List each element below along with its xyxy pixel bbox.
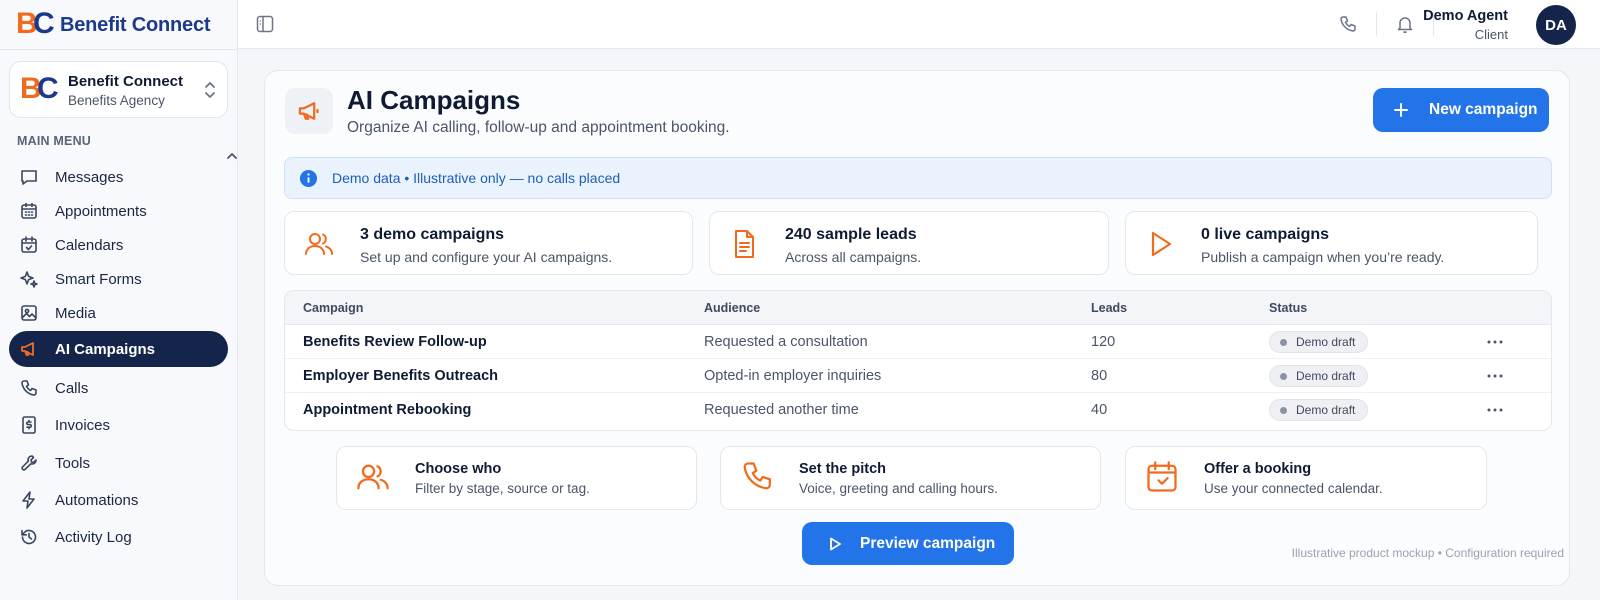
chevron-up-icon[interactable]: [226, 151, 238, 161]
status-badge: Demo draft: [1269, 331, 1369, 353]
calendar-grid-icon: [21, 203, 37, 219]
stat-card-live: 0 live campaigns Publish a campaign when…: [1125, 211, 1538, 275]
phone-icon: [21, 380, 37, 396]
campaigns-table: Campaign Audience Leads Status Benefits …: [284, 290, 1552, 431]
sidebar-toggle-icon[interactable]: [256, 15, 274, 33]
status-badge: Demo draft: [1269, 399, 1369, 421]
more-options-icon[interactable]: [1485, 401, 1505, 419]
campaigns-panel: AI Campaigns Organize AI calling, follow…: [264, 70, 1570, 586]
column-campaign[interactable]: Campaign: [303, 301, 363, 315]
account-logo-icon: BC: [20, 72, 59, 105]
more-options-icon[interactable]: [1485, 333, 1505, 351]
demo-data-banner: Demo data • Illustrative only — no calls…: [284, 157, 1552, 199]
bell-icon[interactable]: [1395, 14, 1415, 34]
sidebar-item-calls[interactable]: Calls: [9, 370, 228, 406]
brand-name: Benefit Connect: [60, 13, 211, 36]
sidebar-item-media[interactable]: Media: [9, 295, 228, 331]
main-menu-heading: MAIN MENU: [17, 134, 92, 148]
sidebar-item-appointments[interactable]: Appointments: [9, 193, 228, 229]
column-leads[interactable]: Leads: [1091, 301, 1127, 315]
table-row[interactable]: Appointment Rebooking Requested another …: [285, 393, 1551, 427]
sidebar-item-smart-forms[interactable]: Smart Forms: [9, 261, 228, 297]
table-header: Campaign Audience Leads Status: [285, 291, 1551, 325]
table-row[interactable]: Benefits Review Follow-up Requested a co…: [285, 325, 1551, 359]
sparkle-icon: [20, 271, 38, 288]
megaphone-icon: [21, 342, 34, 356]
info-icon: [299, 169, 318, 188]
preview-campaign-button[interactable]: Preview campaign: [802, 522, 1014, 565]
divider: [0, 49, 238, 50]
wrench-icon: [21, 455, 37, 471]
avatar[interactable]: DA: [1536, 5, 1576, 45]
lightning-icon: [22, 491, 35, 509]
message-icon: [21, 170, 37, 185]
topbar: Demo Agent Client DA: [238, 0, 1600, 49]
logo-icon: BC: [16, 7, 55, 40]
stat-card-campaigns: 3 demo campaigns Set up and configure yo…: [284, 211, 693, 275]
history-icon: [21, 529, 37, 545]
step-card-choose-who[interactable]: Choose who Filter by stage, source or ta…: [336, 446, 697, 510]
document-icon: [735, 230, 754, 258]
account-switcher[interactable]: BC Benefit Connect Benefits Agency: [9, 61, 228, 118]
phone-icon[interactable]: [1338, 14, 1358, 34]
page-title: AI Campaigns: [347, 85, 521, 115]
column-audience[interactable]: Audience: [704, 301, 760, 315]
stat-card-leads: 240 sample leads Across all campaigns.: [709, 211, 1109, 275]
play-icon: [830, 537, 841, 550]
sidebar-item-tools[interactable]: Tools: [9, 445, 228, 481]
table-row[interactable]: Employer Benefits Outreach Opted-in empl…: [285, 359, 1551, 393]
new-campaign-button[interactable]: New campaign: [1373, 88, 1549, 132]
step-card-offer-booking[interactable]: Offer a booking Use your connected calen…: [1125, 446, 1487, 510]
play-icon: [1151, 231, 1172, 257]
sidebar-item-automations[interactable]: Automations: [9, 482, 228, 518]
account-name: Benefit Connect: [68, 73, 184, 90]
megaphone-icon: [285, 88, 333, 134]
calendar-icon: [1147, 461, 1177, 492]
invoice-icon: [22, 416, 36, 434]
sidebar-item-messages[interactable]: Messages: [9, 159, 228, 195]
page-subtitle: Organize AI calling, follow-up and appoi…: [347, 119, 730, 136]
users-icon: [357, 464, 389, 490]
image-icon: [21, 305, 37, 321]
users-icon: [305, 233, 333, 255]
calendar-check-icon: [21, 236, 37, 253]
status-badge: Demo draft: [1269, 365, 1369, 387]
sidebar-item-calendars[interactable]: Calendars: [9, 227, 228, 263]
plus-icon: [1394, 103, 1408, 117]
column-status[interactable]: Status: [1269, 301, 1307, 315]
divider: [1376, 12, 1377, 36]
sidebar-item-ai-campaigns[interactable]: AI Campaigns: [9, 331, 228, 367]
phone-icon: [743, 462, 771, 490]
user-name[interactable]: Demo Agent: [1423, 8, 1508, 24]
account-subtitle: Benefits Agency: [68, 93, 165, 108]
more-options-icon[interactable]: [1485, 367, 1505, 385]
sidebar: BC Benefit Connect BC Benefit Connect Be…: [0, 0, 238, 600]
brand-logo[interactable]: BC Benefit Connect: [16, 7, 211, 41]
sidebar-item-invoices[interactable]: Invoices: [9, 407, 228, 443]
user-role: Client: [1474, 27, 1508, 42]
step-card-set-pitch[interactable]: Set the pitch Voice, greeting and callin…: [720, 446, 1101, 510]
chevron-up-down-icon: [205, 82, 215, 98]
footnote: Illustrative product mockup • Configurat…: [1291, 546, 1564, 560]
sidebar-item-activity-log[interactable]: Activity Log: [9, 519, 228, 555]
